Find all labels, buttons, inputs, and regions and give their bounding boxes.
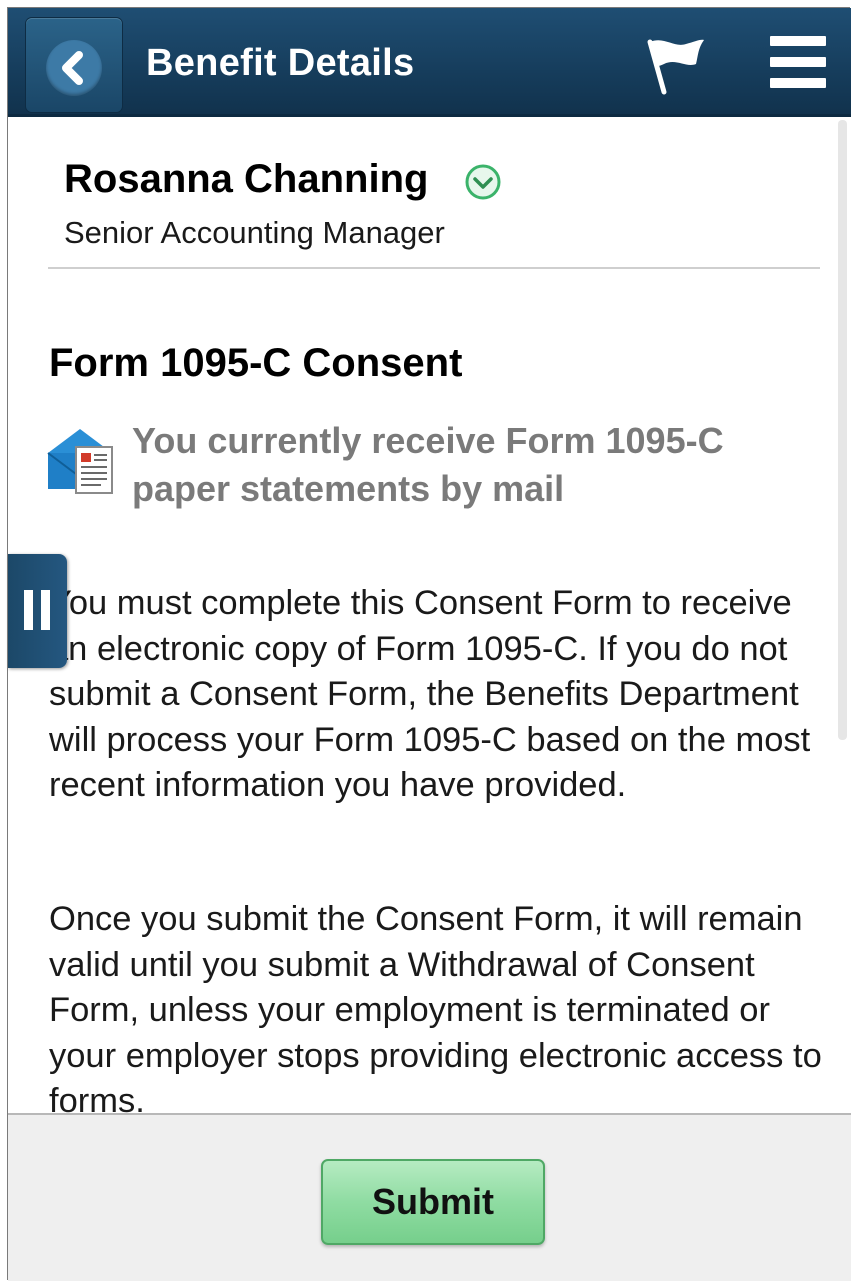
flag-icon[interactable]	[638, 34, 708, 96]
pause-icon-bar	[41, 590, 50, 630]
chevron-left-icon	[46, 40, 102, 96]
person-job-title: Senior Accounting Manager	[64, 215, 445, 250]
page-title: Benefit Details	[146, 42, 415, 84]
status-message: You currently receive Form 1095-C paper …	[132, 420, 724, 509]
app-frame: Benefit Details Rosanna Channing Senior …	[0, 0, 851, 1281]
chevron-down-circle-icon[interactable]	[464, 163, 502, 201]
submit-button[interactable]: Submit	[321, 1159, 545, 1245]
person-name: Rosanna Channing	[64, 157, 429, 201]
back-button[interactable]	[26, 18, 122, 112]
footer-bar: Submit	[8, 1113, 851, 1281]
header-bar: Benefit Details	[8, 8, 851, 117]
divider	[48, 267, 820, 269]
vertical-scrollbar[interactable]	[838, 120, 847, 740]
main-content: Rosanna Channing Senior Accounting Manag…	[8, 117, 840, 1113]
section-title: Form 1095-C Consent	[49, 341, 463, 385]
consent-paragraph: You must complete this Consent Form to r…	[49, 584, 811, 804]
hamburger-menu-icon[interactable]	[770, 36, 826, 88]
mail-document-icon	[46, 425, 114, 495]
side-panel-toggle[interactable]	[8, 554, 67, 668]
pause-icon	[24, 590, 33, 630]
consent-paragraph: Once you submit the Consent Form, it wil…	[49, 900, 822, 1113]
